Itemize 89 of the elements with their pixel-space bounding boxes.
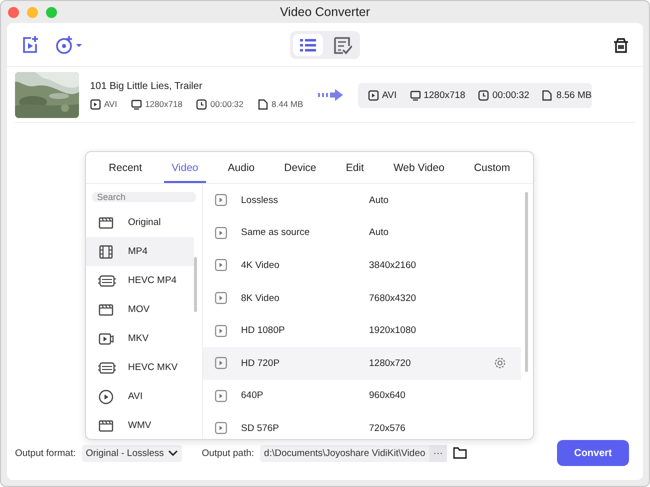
output-path-label: Output path: [202, 448, 254, 458]
preset-row[interactable]: HD 1080P 1920x1080 [203, 314, 521, 347]
format-item[interactable]: WMV [86, 411, 202, 439]
close-button[interactable] [8, 6, 19, 18]
file-icon [258, 98, 269, 110]
monitor-icon [410, 90, 421, 100]
preset-name: SD 576P [241, 422, 280, 434]
format-tab[interactable]: Video [164, 152, 206, 183]
format-item[interactable]: HEVC MP4 [86, 266, 202, 295]
add-file-icon[interactable] [20, 34, 40, 54]
preset-resolution: 1280x720 [369, 358, 412, 369]
preset-row[interactable]: 640P 960x640 [203, 380, 521, 412]
preset-row[interactable]: Same as source Auto [203, 216, 521, 250]
preset-row[interactable]: SD 576P 720x576 [203, 412, 521, 439]
settings-icon[interactable] [494, 357, 506, 370]
preset-name: HD 720P [241, 358, 281, 369]
target-format: AVI [382, 90, 397, 100]
preset-name: HD 1080P [241, 325, 286, 336]
output-format-dropdown[interactable]: Original - Lossless [82, 444, 182, 462]
preset-name: 640P [241, 390, 264, 402]
search-field[interactable]: Search [92, 192, 196, 202]
arrow-icon [318, 88, 344, 102]
play-icon [215, 422, 227, 434]
source-resolution: 1280x718 [145, 99, 182, 109]
source-size: 8.44 MB [272, 99, 304, 109]
format-tab[interactable]: Custom [466, 152, 518, 183]
play-icon [215, 357, 227, 370]
target-duration: 00:00:32 [492, 90, 530, 100]
preset-resolution: 720x576 [369, 422, 406, 434]
format-tab[interactable]: Audio [220, 152, 263, 183]
format-item[interactable]: AVI [86, 382, 202, 411]
preset-row[interactable]: 4K Video 3840x2160 [203, 249, 521, 282]
play-icon [368, 90, 379, 100]
video-icon [98, 330, 116, 346]
format-item[interactable]: Original [86, 208, 202, 237]
preset-name: Same as source [241, 227, 311, 238]
preset-resolution: 1920x1080 [369, 325, 418, 336]
play-icon [90, 98, 101, 110]
preset-resolution: 960x640 [369, 390, 406, 402]
format-item[interactable]: MP4 [86, 237, 194, 266]
clapper-icon [98, 418, 116, 434]
monitor-icon [131, 98, 142, 110]
file-name: 101 Big Little Lies, Trailer [90, 80, 204, 92]
trash-icon[interactable] [612, 36, 630, 54]
list-view-icon[interactable] [293, 34, 323, 56]
format-item[interactable]: MOV [86, 295, 202, 324]
preset-name: 4K Video [241, 260, 280, 271]
play-icon [215, 324, 227, 337]
preset-resolution: Auto [369, 194, 390, 206]
format-tab[interactable]: Edit [338, 152, 372, 183]
target-size: 8.56 MB [556, 90, 592, 100]
play-icon [215, 226, 227, 239]
add-disc-icon[interactable] [54, 34, 82, 54]
clapper-icon [98, 302, 116, 318]
preset-name: 8K Video [241, 292, 280, 304]
format-item[interactable]: HEVC MKV [86, 353, 202, 382]
output-path-field[interactable]: d:\Documents\Joyoshare VidiKit\Video [260, 448, 430, 458]
output-format-label: Output format: [15, 448, 76, 458]
preset-resolution: Auto [369, 227, 390, 238]
more-button[interactable]: ··· [429, 444, 447, 462]
preset-resolution: 3840x2160 [369, 260, 418, 271]
preset-row[interactable]: Lossless Auto [203, 184, 521, 217]
play-icon [215, 390, 227, 402]
play-icon [215, 194, 227, 206]
play-icon [215, 259, 227, 272]
clock-icon [478, 90, 490, 100]
clapper-icon [98, 214, 116, 230]
folder-icon[interactable] [452, 447, 467, 459]
hevc-badge-icon [98, 272, 116, 288]
convert-button[interactable]: Convert [557, 440, 629, 466]
output-info-panel[interactable]: AVI 1280x718 00:00:32 8.56 MB [358, 82, 592, 108]
format-tab[interactable]: Recent [100, 152, 150, 183]
source-duration: 00:00:32 [210, 99, 244, 109]
preset-row[interactable]: 8K Video 7680x4320 [203, 282, 521, 314]
play-circle-icon [98, 388, 116, 404]
target-resolution: 1280x718 [424, 90, 466, 100]
chevron-down-icon [168, 450, 178, 456]
play-icon [215, 292, 227, 304]
clock-icon [196, 98, 208, 110]
preset-resolution: 7680x4320 [369, 292, 418, 304]
preset-name: Lossless [241, 194, 279, 206]
window-title: Video Converter [280, 5, 370, 19]
format-tab[interactable]: Web Video [385, 152, 452, 183]
format-item[interactable]: MKV [86, 324, 202, 353]
hevc-badge-icon [98, 360, 116, 376]
preset-row[interactable]: HD 720P 1280x720 [203, 346, 521, 380]
source-format: AVI [104, 99, 118, 109]
file-icon [542, 90, 554, 100]
format-tab[interactable]: Device [276, 152, 324, 183]
